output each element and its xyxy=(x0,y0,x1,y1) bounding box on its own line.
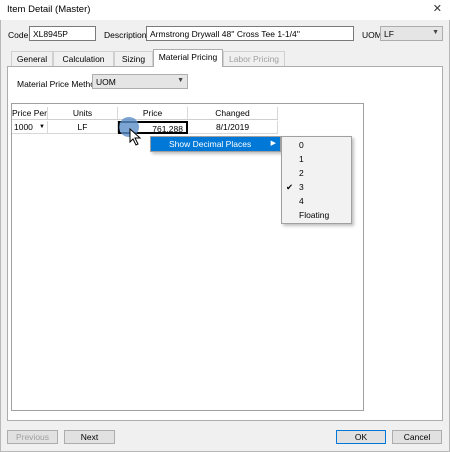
header-divider xyxy=(12,119,278,120)
uom-label: UOM xyxy=(362,30,382,40)
submenu-item-1[interactable]: 1 xyxy=(282,152,351,166)
menu-item-label: Show Decimal Places xyxy=(169,139,252,149)
tab-labor-pricing: Labor Pricing xyxy=(223,51,285,66)
units-cell[interactable]: LF xyxy=(48,121,118,134)
tab-calculation[interactable]: Calculation xyxy=(53,51,114,66)
price-method-label: Material Price Method xyxy=(17,79,100,89)
code-field[interactable]: XL8945P xyxy=(29,26,96,41)
chevron-down-icon: ▼ xyxy=(177,77,184,84)
price-per-select[interactable]: 1000 ▼ xyxy=(12,121,48,134)
column-header-changed[interactable]: Changed xyxy=(188,107,278,119)
description-label: Description xyxy=(104,30,147,40)
close-icon[interactable]: ✕ xyxy=(433,2,442,15)
cancel-button[interactable]: Cancel xyxy=(392,430,442,444)
checkmark-icon: ✔ xyxy=(286,182,294,192)
chevron-down-icon: ▼ xyxy=(432,29,439,36)
window-title: Item Detail (Master) xyxy=(7,4,91,15)
decimal-places-submenu: 0 1 2 ✔ 3 4 Floating xyxy=(281,136,352,224)
submenu-item-floating[interactable]: Floating xyxy=(282,208,351,222)
uom-value: LF xyxy=(384,29,394,39)
submenu-item-3[interactable]: ✔ 3 xyxy=(282,180,351,194)
submenu-item-0[interactable]: 0 xyxy=(282,138,351,152)
next-button[interactable]: Next xyxy=(64,430,115,444)
column-header-units[interactable]: Units xyxy=(48,107,118,119)
tab-sizing[interactable]: Sizing xyxy=(114,51,153,66)
ok-button[interactable]: OK xyxy=(336,430,386,444)
changed-cell[interactable]: 8/1/2019 xyxy=(188,121,278,134)
column-header-price-per[interactable]: Price Per xyxy=(12,107,48,119)
uom-select[interactable]: LF ▼ xyxy=(380,26,443,41)
chevron-right-icon: ▶ xyxy=(270,140,276,147)
mouse-pointer-icon xyxy=(129,128,142,146)
code-label: Code xyxy=(8,30,29,40)
price-method-value: UOM xyxy=(96,77,116,87)
price-method-select[interactable]: UOM ▼ xyxy=(92,74,188,89)
tab-material-pricing[interactable]: Material Pricing xyxy=(153,49,223,67)
title-bar: Item Detail (Master) ✕ xyxy=(0,0,450,20)
chevron-down-icon: ▼ xyxy=(39,124,45,130)
tab-general[interactable]: General xyxy=(11,51,53,66)
previous-button: Previous xyxy=(7,430,58,444)
submenu-item-4[interactable]: 4 xyxy=(282,194,351,208)
menu-item-show-decimal-places[interactable]: Show Decimal Places ▶ xyxy=(151,137,280,151)
price-per-value: 1000 xyxy=(14,122,33,132)
description-field[interactable]: Armstrong Drywall 48'' Cross Tee 1-1/4'' xyxy=(146,26,354,41)
submenu-item-2[interactable]: 2 xyxy=(282,166,351,180)
